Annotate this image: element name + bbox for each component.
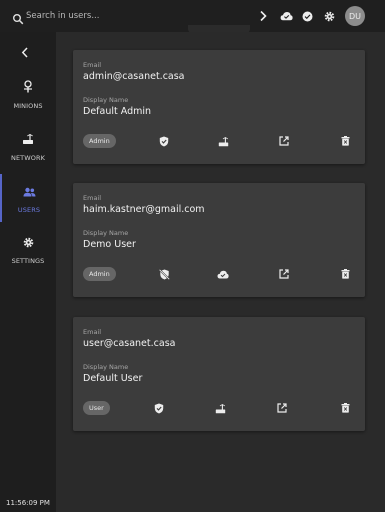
cloud-check-icon[interactable] [217, 268, 229, 280]
top-bar: DU [0, 0, 385, 39]
delete-icon[interactable] [339, 135, 351, 147]
shield-off-icon[interactable] [158, 268, 170, 280]
email-label: Email [83, 61, 102, 69]
role-chip[interactable]: Admin [83, 267, 116, 281]
sidebar-item-users[interactable]: USERS [0, 174, 56, 222]
role-chip[interactable]: Admin [83, 134, 116, 148]
user-email: haim.kastner@gmail.com [83, 204, 205, 215]
chevron-right-icon[interactable] [256, 9, 270, 23]
user-card: Email user@casanet.casa Display Name Def… [73, 317, 365, 431]
check-circle-icon[interactable] [300, 9, 314, 23]
clock: 11:56:09 PM [6, 499, 50, 507]
router-icon[interactable] [217, 135, 229, 147]
email-label: Email [83, 328, 102, 336]
sidebar-item-minions[interactable]: MINIONS [0, 70, 56, 118]
shield-check-icon[interactable] [158, 135, 170, 147]
open-external-icon[interactable] [278, 268, 290, 280]
user-email: user@casanet.casa [83, 338, 176, 349]
user-display-name: Default User [83, 373, 143, 384]
minion-icon [22, 78, 34, 97]
avatar[interactable]: DU [345, 6, 365, 26]
user-card: Email admin@casanet.casa Display Name De… [73, 50, 365, 164]
settings-icon[interactable] [322, 9, 336, 23]
router-icon[interactable] [214, 402, 226, 414]
users-list: Email admin@casanet.casa Display Name De… [56, 32, 385, 512]
sidebar-item-label: USERS [17, 206, 41, 214]
back-button[interactable] [17, 44, 33, 60]
search-input[interactable] [26, 7, 226, 25]
display-name-label: Display Name [83, 96, 129, 104]
sidebar-item-network[interactable]: NETWORK [0, 122, 56, 170]
sidebar-item-label: NETWORK [11, 154, 45, 162]
role-chip[interactable]: User [83, 401, 110, 415]
sidebar: MINIONS NETWORK USERS SETTINGS 11:56:09 … [0, 32, 56, 512]
chevron-left-icon [21, 46, 28, 58]
user-display-name: Default Admin [83, 106, 152, 117]
sidebar-item-label: SETTINGS [11, 257, 45, 265]
email-label: Email [83, 194, 102, 202]
cloud-check-icon[interactable] [279, 9, 293, 23]
open-external-icon[interactable] [276, 402, 288, 414]
user-display-name: Demo User [83, 239, 136, 250]
delete-icon[interactable] [339, 268, 351, 280]
gear-icon [23, 233, 34, 252]
display-name-label: Display Name [83, 363, 129, 371]
users-icon [23, 182, 36, 201]
shield-check-icon[interactable] [153, 402, 165, 414]
user-email: admin@casanet.casa [83, 71, 185, 82]
user-card: Email haim.kastner@gmail.com Display Nam… [73, 183, 365, 297]
router-icon [22, 130, 34, 149]
delete-icon[interactable] [339, 402, 351, 414]
display-name-label: Display Name [83, 229, 129, 237]
open-external-icon[interactable] [278, 135, 290, 147]
sidebar-item-settings[interactable]: SETTINGS [0, 225, 56, 273]
sidebar-item-label: MINIONS [13, 102, 43, 110]
search-icon [12, 10, 24, 25]
